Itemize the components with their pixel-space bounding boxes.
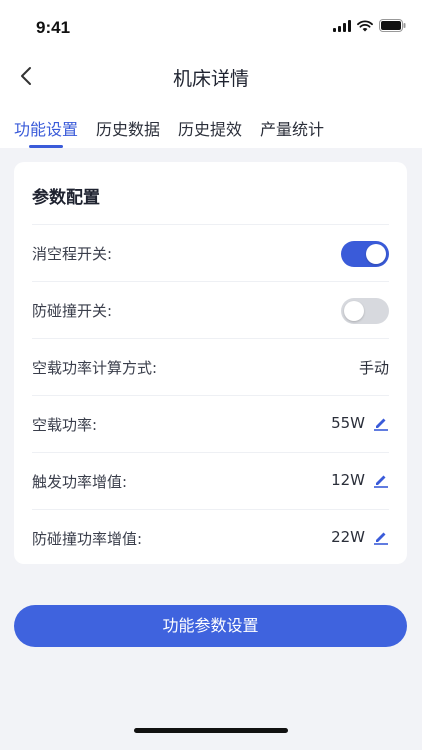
status-bar: 9:41 bbox=[0, 0, 422, 54]
card-title: 参数配置 bbox=[32, 188, 100, 208]
parameter-config-card: 参数配置 消空程开关: 防碰撞开关: 空载功率计算方式: 手动 空载功率: 55… bbox=[14, 162, 407, 564]
idle-power-method-value: 手动 bbox=[359, 357, 389, 378]
idle-power-value: 55W bbox=[331, 414, 389, 432]
tab-bar: 功能设置 历史数据 历史提效 产量统计 bbox=[0, 108, 422, 148]
home-indicator bbox=[134, 728, 288, 733]
row-idle-power-method: 空载功率计算方式: 手动 bbox=[32, 338, 389, 395]
edit-icon[interactable] bbox=[373, 415, 389, 431]
edit-icon[interactable] bbox=[373, 472, 389, 488]
header-area: 9:41 机床详情 功能设置 历史数据 历史提效 产量统计 bbox=[0, 0, 422, 148]
row-label: 空载功率计算方式: bbox=[32, 359, 158, 377]
idle-stroke-toggle[interactable] bbox=[341, 241, 389, 267]
toggle-knob bbox=[366, 244, 386, 264]
value-text: 22W bbox=[331, 528, 365, 546]
status-time: 9:41 bbox=[36, 18, 71, 37]
row-idle-stroke-switch: 消空程开关: bbox=[32, 224, 389, 281]
row-label: 防碰撞功率增值: bbox=[32, 530, 143, 548]
value-text: 55W bbox=[331, 414, 365, 432]
edit-icon[interactable] bbox=[373, 529, 389, 545]
row-idle-power: 空载功率: 55W bbox=[32, 395, 389, 452]
row-label: 空载功率: bbox=[32, 416, 98, 434]
tab-history-efficiency[interactable]: 历史提效 bbox=[178, 116, 242, 140]
row-anti-collision-switch: 防碰撞开关: bbox=[32, 281, 389, 338]
row-label: 消空程开关: bbox=[32, 245, 113, 263]
active-tab-indicator bbox=[29, 145, 63, 148]
function-parameter-settings-button[interactable]: 功能参数设置 bbox=[14, 605, 407, 647]
tab-history-data[interactable]: 历史数据 bbox=[96, 116, 160, 140]
value-text: 12W bbox=[331, 471, 365, 489]
cellular-signal-icon bbox=[333, 19, 351, 32]
wifi-icon bbox=[357, 19, 373, 31]
anti-collision-power-value: 22W bbox=[331, 528, 389, 546]
tab-production-stats[interactable]: 产量统计 bbox=[260, 116, 324, 140]
toggle-knob bbox=[344, 301, 364, 321]
anti-collision-toggle[interactable] bbox=[341, 298, 389, 324]
status-icons bbox=[333, 19, 406, 32]
row-trigger-power-increment: 触发功率增值: 12W bbox=[32, 452, 389, 509]
page-title: 机床详情 bbox=[172, 68, 249, 90]
battery-icon bbox=[379, 19, 406, 32]
tab-function-settings[interactable]: 功能设置 bbox=[14, 116, 78, 140]
trigger-power-value: 12W bbox=[331, 471, 389, 489]
row-label: 防碰撞开关: bbox=[32, 302, 113, 320]
value-text: 手动 bbox=[358, 359, 389, 377]
nav-bar: 机床详情 bbox=[0, 54, 422, 98]
row-anti-collision-power-increment: 防碰撞功率增值: 22W bbox=[32, 509, 389, 566]
row-label: 触发功率增值: bbox=[32, 473, 128, 491]
